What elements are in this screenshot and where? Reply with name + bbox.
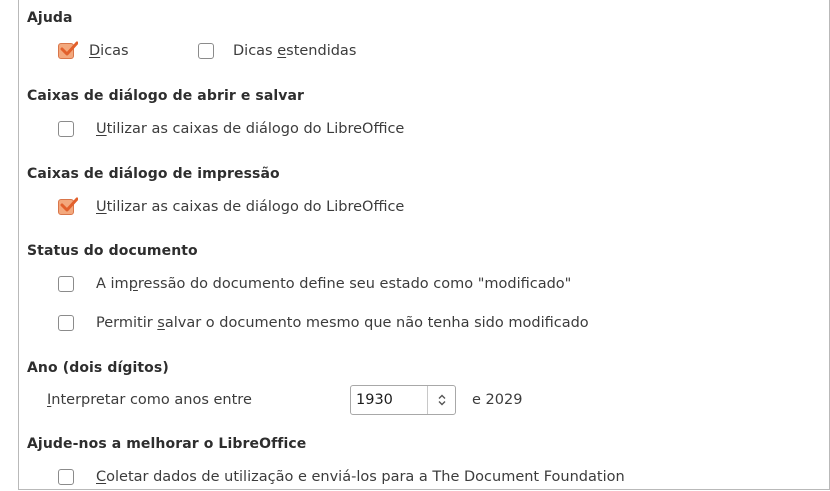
print-modifies-checkbox[interactable]	[58, 276, 74, 292]
section-title-help: Ajuda	[27, 10, 73, 26]
year-spinbox[interactable]	[350, 385, 456, 415]
year-start-input[interactable]	[351, 386, 427, 414]
print-modifies-label: A impressão do documento define seu esta…	[96, 276, 572, 292]
section-title-open-save: Caixas de diálogo de abrir e salvar	[27, 88, 305, 104]
section-title-improve: Ajude-nos a melhorar o LibreOffice	[27, 436, 307, 452]
extended-tips-checkbox[interactable]	[198, 43, 214, 59]
tips-label: Dicas	[89, 43, 129, 59]
check-icon	[60, 197, 78, 212]
open-save-dialogs-checkbox[interactable]	[58, 121, 74, 137]
open-save-dialogs-checkbox-row[interactable]: Utilizar as caixas de diálogo do LibreOf…	[58, 121, 404, 137]
extended-tips-checkbox-row[interactable]: Dicas estendidas	[198, 43, 356, 59]
print-dialogs-label: Utilizar as caixas de diálogo do LibreOf…	[96, 199, 405, 215]
section-title-print: Caixas de diálogo de impressão	[27, 166, 280, 182]
tips-checkbox-row[interactable]: Dicas	[58, 41, 129, 59]
section-title-doc-status: Status do documento	[27, 243, 198, 259]
spin-updown-icon	[438, 394, 445, 406]
allow-save-label: Permitir salvar o documento mesmo que nã…	[96, 315, 589, 331]
tips-checkbox[interactable]	[58, 41, 78, 59]
year-spin-buttons[interactable]	[427, 386, 455, 414]
allow-save-checkbox[interactable]	[58, 315, 74, 331]
collect-data-checkbox[interactable]	[58, 469, 74, 485]
year-interpret-label: Interpretar como anos entre	[47, 392, 252, 408]
year-end-text: e 2029	[472, 392, 523, 408]
open-save-dialogs-label: Utilizar as caixas de diálogo do LibreOf…	[96, 121, 405, 137]
collect-data-label: Coletar dados de utilização e enviá-los …	[96, 469, 625, 485]
section-title-year: Ano (dois dígitos)	[27, 360, 169, 376]
print-dialogs-checkbox[interactable]	[58, 197, 78, 215]
extended-tips-label: Dicas estendidas	[233, 43, 357, 59]
print-dialogs-checkbox-row[interactable]: Utilizar as caixas de diálogo do LibreOf…	[58, 197, 405, 215]
print-modifies-checkbox-row[interactable]: A impressão do documento define seu esta…	[58, 276, 571, 292]
check-icon	[60, 41, 78, 56]
collect-data-checkbox-row[interactable]: Coletar dados de utilização e enviá-los …	[58, 469, 625, 485]
allow-save-checkbox-row[interactable]: Permitir salvar o documento mesmo que nã…	[58, 315, 589, 331]
